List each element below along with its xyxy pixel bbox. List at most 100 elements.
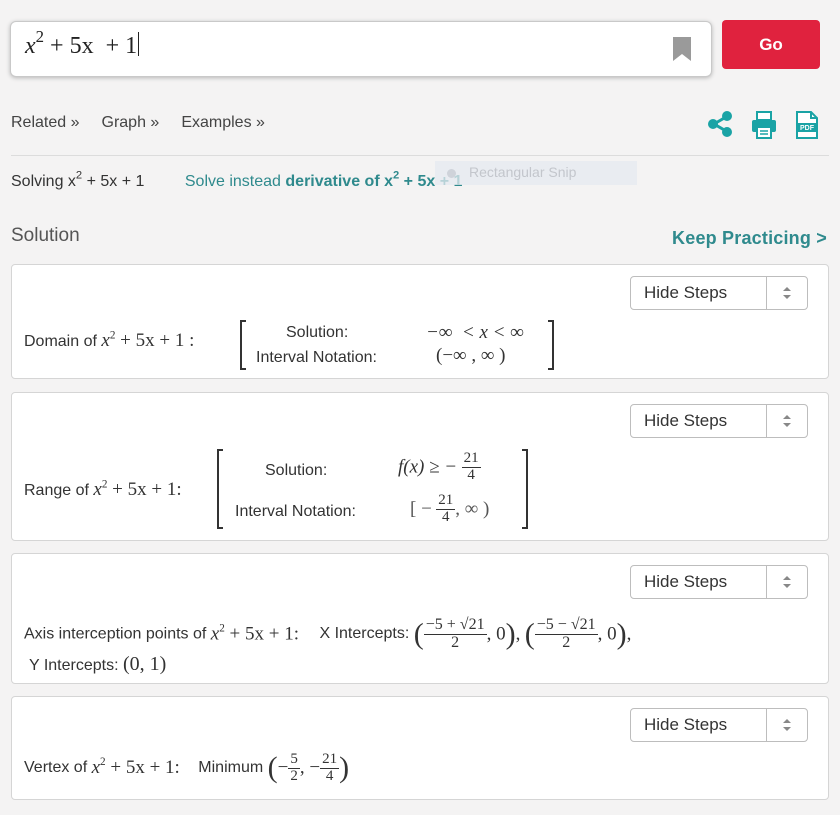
keep-practicing-link[interactable]: Keep Practicing > bbox=[672, 228, 827, 249]
snip-icon bbox=[447, 169, 456, 178]
range-solution-frac: 21 4 bbox=[461, 450, 481, 484]
domain-bracket-left bbox=[240, 320, 246, 370]
x1-denominator: 2 bbox=[451, 633, 460, 651]
x2-frac: −5 − √21 2 bbox=[534, 616, 598, 652]
range-interval-label: Interval Notation: bbox=[235, 503, 356, 520]
svg-text:PDF: PDF bbox=[800, 125, 815, 132]
graph-link[interactable]: Graph » bbox=[102, 114, 160, 132]
paren-open: ( bbox=[413, 617, 424, 651]
solution-heading: Solution bbox=[11, 225, 80, 246]
domain-content: Domain of x2 + 5x + 1 : bbox=[24, 330, 194, 352]
search-box[interactable]: x2 + 5x + 1 bbox=[10, 21, 712, 77]
x1-tail: , 0 bbox=[486, 623, 506, 645]
share-icon[interactable] bbox=[706, 110, 734, 138]
hide-steps-select[interactable]: Hide Steps bbox=[630, 708, 808, 742]
vertex-expr-base: x bbox=[91, 757, 101, 778]
frac-numerator: 21 bbox=[436, 492, 456, 510]
examples-link[interactable]: Examples » bbox=[181, 114, 265, 132]
range-interval-value: [ − 21 4, ∞ ) bbox=[410, 492, 490, 526]
hide-steps-label: Hide Steps bbox=[644, 572, 728, 591]
vertex-label: Vertex of bbox=[24, 759, 92, 776]
paren-close: ) bbox=[339, 751, 350, 784]
axis-card: Hide Steps Axis interception points of x… bbox=[11, 553, 829, 684]
hide-steps-label: Hide Steps bbox=[644, 411, 728, 430]
instead-bold: derivative of x bbox=[285, 173, 393, 190]
y-intercepts-value: (0, 1) bbox=[122, 653, 167, 675]
range-content: Range of x2 + 5x + 1: bbox=[24, 479, 182, 501]
domain-interval-value: (−∞ , ∞ ) bbox=[436, 345, 506, 366]
vertex-y-numerator: 21 bbox=[320, 750, 340, 769]
solve-instead-link[interactable]: Solve instead derivative of x2 + 5x + 1 bbox=[184, 170, 463, 190]
domain-expr-rest: + 5x + 1 : bbox=[115, 330, 195, 351]
select-arrows-icon bbox=[766, 405, 807, 437]
bookmark-icon[interactable] bbox=[673, 37, 691, 61]
frac-denominator: 4 bbox=[442, 508, 450, 525]
axis-content: Axis interception points of x 2 + 5x + 1:… bbox=[24, 616, 632, 652]
snip-label: Rectangular Snip bbox=[469, 164, 577, 180]
domain-solution-value: −∞ < x < ∞ bbox=[426, 322, 524, 343]
range-card: Hide Steps Range of x2 + 5x + 1: Solutio… bbox=[11, 392, 829, 541]
x2-tail: , 0 bbox=[597, 623, 617, 645]
print-icon[interactable] bbox=[750, 110, 778, 140]
vertex-x-numerator: 5 bbox=[288, 750, 300, 769]
axis-expr-rest: + 5x + 1: bbox=[224, 623, 300, 645]
range-expr-rest: + 5x + 1: bbox=[107, 479, 182, 500]
search-expression-rest: + 5x + 1 bbox=[44, 33, 138, 59]
range-bracket-left bbox=[217, 449, 223, 529]
range-solution-value: f(x) ≥ − 21 4 bbox=[398, 450, 481, 484]
domain-bracket-right bbox=[548, 320, 554, 370]
hide-steps-label: Hide Steps bbox=[644, 283, 728, 302]
related-link[interactable]: Related » bbox=[11, 114, 80, 132]
select-arrows-icon bbox=[766, 277, 807, 309]
paren-open: ( bbox=[267, 751, 278, 784]
y-intercepts-row: Y Intercepts: (0, 1) bbox=[29, 653, 166, 676]
instead-prefix: Solve instead bbox=[184, 173, 286, 190]
y-intercepts-label: Y Intercepts: bbox=[29, 657, 119, 674]
search-expression-base: x bbox=[25, 33, 36, 59]
x2-denominator: 2 bbox=[562, 633, 571, 651]
solving-row: Solving x2 + 5x + 1 Solve instead deriva… bbox=[11, 170, 463, 191]
go-button[interactable]: Go bbox=[722, 20, 820, 69]
range-interval-open: [ − bbox=[410, 498, 432, 520]
vertex-y-denominator: 4 bbox=[325, 767, 334, 784]
domain-interval-label: Interval Notation: bbox=[256, 349, 377, 366]
subnav: Related » Graph » Examples » bbox=[11, 114, 265, 132]
snip-overlay: Rectangular Snip bbox=[435, 161, 637, 185]
vertex-x-denominator: 2 bbox=[290, 767, 298, 784]
solving-rest: + 5x + 1 bbox=[82, 173, 145, 190]
axis-label: Axis interception points of bbox=[24, 625, 211, 643]
range-interval-close: , ∞ ) bbox=[455, 498, 490, 520]
search-input[interactable]: x2 + 5x + 1 bbox=[25, 28, 140, 60]
hide-steps-select[interactable]: Hide Steps bbox=[630, 276, 808, 310]
range-label: Range of bbox=[24, 482, 94, 499]
vertex-y-frac: 21 4 bbox=[320, 750, 340, 785]
domain-label: Domain of bbox=[24, 333, 102, 350]
axis-expr-base: x bbox=[210, 623, 220, 645]
hide-steps-label: Hide Steps bbox=[644, 715, 728, 734]
vertex-card: Hide Steps Vertex of x 2 + 5x + 1: Minimu… bbox=[11, 696, 829, 800]
paren-close: ) bbox=[505, 617, 516, 651]
vertex-expr-rest: + 5x + 1: bbox=[105, 757, 180, 778]
tool-icons: PDF bbox=[706, 110, 820, 140]
x1-numerator: −5 + √21 bbox=[423, 616, 487, 635]
frac-numerator: 21 bbox=[461, 450, 481, 468]
vertex-content: Vertex of x2 + 5x + 1: Minimum (− 5 2, −21… bbox=[24, 750, 350, 785]
domain-expr-base: x bbox=[101, 330, 110, 351]
range-expr-base: x bbox=[93, 479, 102, 500]
range-interval-frac: 21 4 bbox=[436, 492, 456, 526]
domain-card: Hide Steps Domain of x2 + 5x + 1 : Solut… bbox=[11, 264, 829, 379]
paren-close: ) bbox=[616, 617, 627, 651]
solving-prefix: Solving x bbox=[11, 173, 76, 190]
hide-steps-select[interactable]: Hide Steps bbox=[630, 404, 808, 438]
pdf-icon[interactable]: PDF bbox=[794, 110, 820, 140]
text-caret bbox=[138, 32, 140, 56]
range-bracket-right bbox=[522, 449, 528, 529]
x2-numerator: −5 − √21 bbox=[534, 616, 598, 635]
x-intercepts-label: X Intercepts: bbox=[319, 625, 410, 643]
hide-steps-select[interactable]: Hide Steps bbox=[630, 565, 808, 599]
select-arrows-icon bbox=[766, 566, 807, 598]
range-solution-label: Solution: bbox=[265, 462, 328, 479]
range-solution-lhs: f(x) ≥ − bbox=[398, 456, 458, 478]
x1-frac: −5 + √21 2 bbox=[423, 616, 487, 652]
select-arrows-icon bbox=[766, 709, 807, 741]
